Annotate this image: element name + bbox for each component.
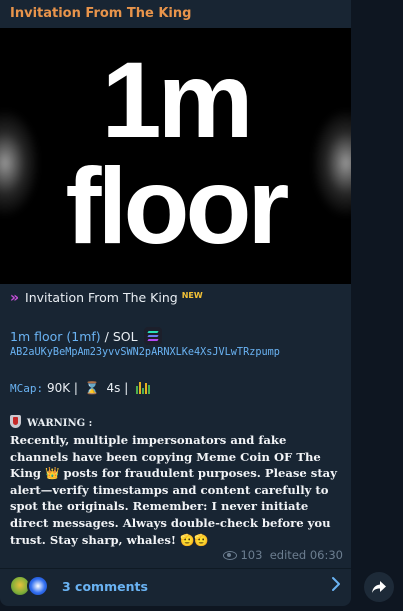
new-badge: NEW: [181, 291, 203, 300]
post-header-text: Invitation From The King: [25, 290, 178, 305]
warning-block: WARNING : Recently, multiple impersonato…: [10, 415, 346, 548]
pair-separator: / SOL: [100, 329, 142, 344]
double-chevron-right-icon: »: [10, 290, 19, 306]
salute-emojis: 🫡🫡: [179, 532, 209, 547]
comments-button[interactable]: 3 comments: [0, 569, 351, 606]
warning-label: WARNING :: [27, 418, 93, 429]
mcap-label[interactable]: MCap:: [10, 382, 43, 395]
solana-logo-icon: [143, 327, 162, 345]
age-value: 4s |: [102, 381, 133, 395]
edited-time: edited 06:30: [269, 548, 343, 562]
image-text-line1: 1m: [101, 39, 253, 160]
post-header: » Invitation From The King NEW: [10, 290, 203, 306]
image-text-line2: floor: [65, 145, 290, 266]
token-line: 1m floor (1mf) / SOL: [10, 327, 162, 345]
contract-address[interactable]: AB2aUKyBeMpAm23yvvSWN2pARNXLKe4XsJVLwTRz…: [10, 347, 280, 358]
chevron-right-icon[interactable]: [331, 576, 341, 597]
post-image[interactable]: 1m floor: [0, 28, 351, 284]
share-button[interactable]: [364, 572, 394, 602]
eye-icon: [223, 551, 238, 560]
commenter-avatars: [9, 575, 53, 599]
avatar: [27, 575, 49, 597]
token-link[interactable]: 1m floor (1mf): [10, 329, 101, 344]
message-bubble: Invitation From The King 1m floor » Invit…: [0, 0, 351, 606]
message-meta: 103 edited 06:30: [223, 548, 343, 562]
comments-label[interactable]: 3 comments: [62, 579, 148, 594]
warning-text: Recently, multiple impersonators and fak…: [10, 433, 337, 547]
stats-line: MCap: 90K | ⌛ 4s |: [10, 381, 151, 397]
warning-heading: WARNING :: [10, 415, 346, 429]
hourglass-icon: ⌛: [84, 381, 100, 395]
mcap-value: 90K |: [43, 381, 82, 395]
channel-title[interactable]: Invitation From The King: [10, 6, 191, 21]
candlestick-icon: [136, 382, 151, 397]
views-count: 103: [240, 548, 263, 562]
shield-icon: [10, 415, 21, 428]
crown-emoji: 👑: [45, 466, 60, 481]
share-icon: [372, 581, 386, 593]
